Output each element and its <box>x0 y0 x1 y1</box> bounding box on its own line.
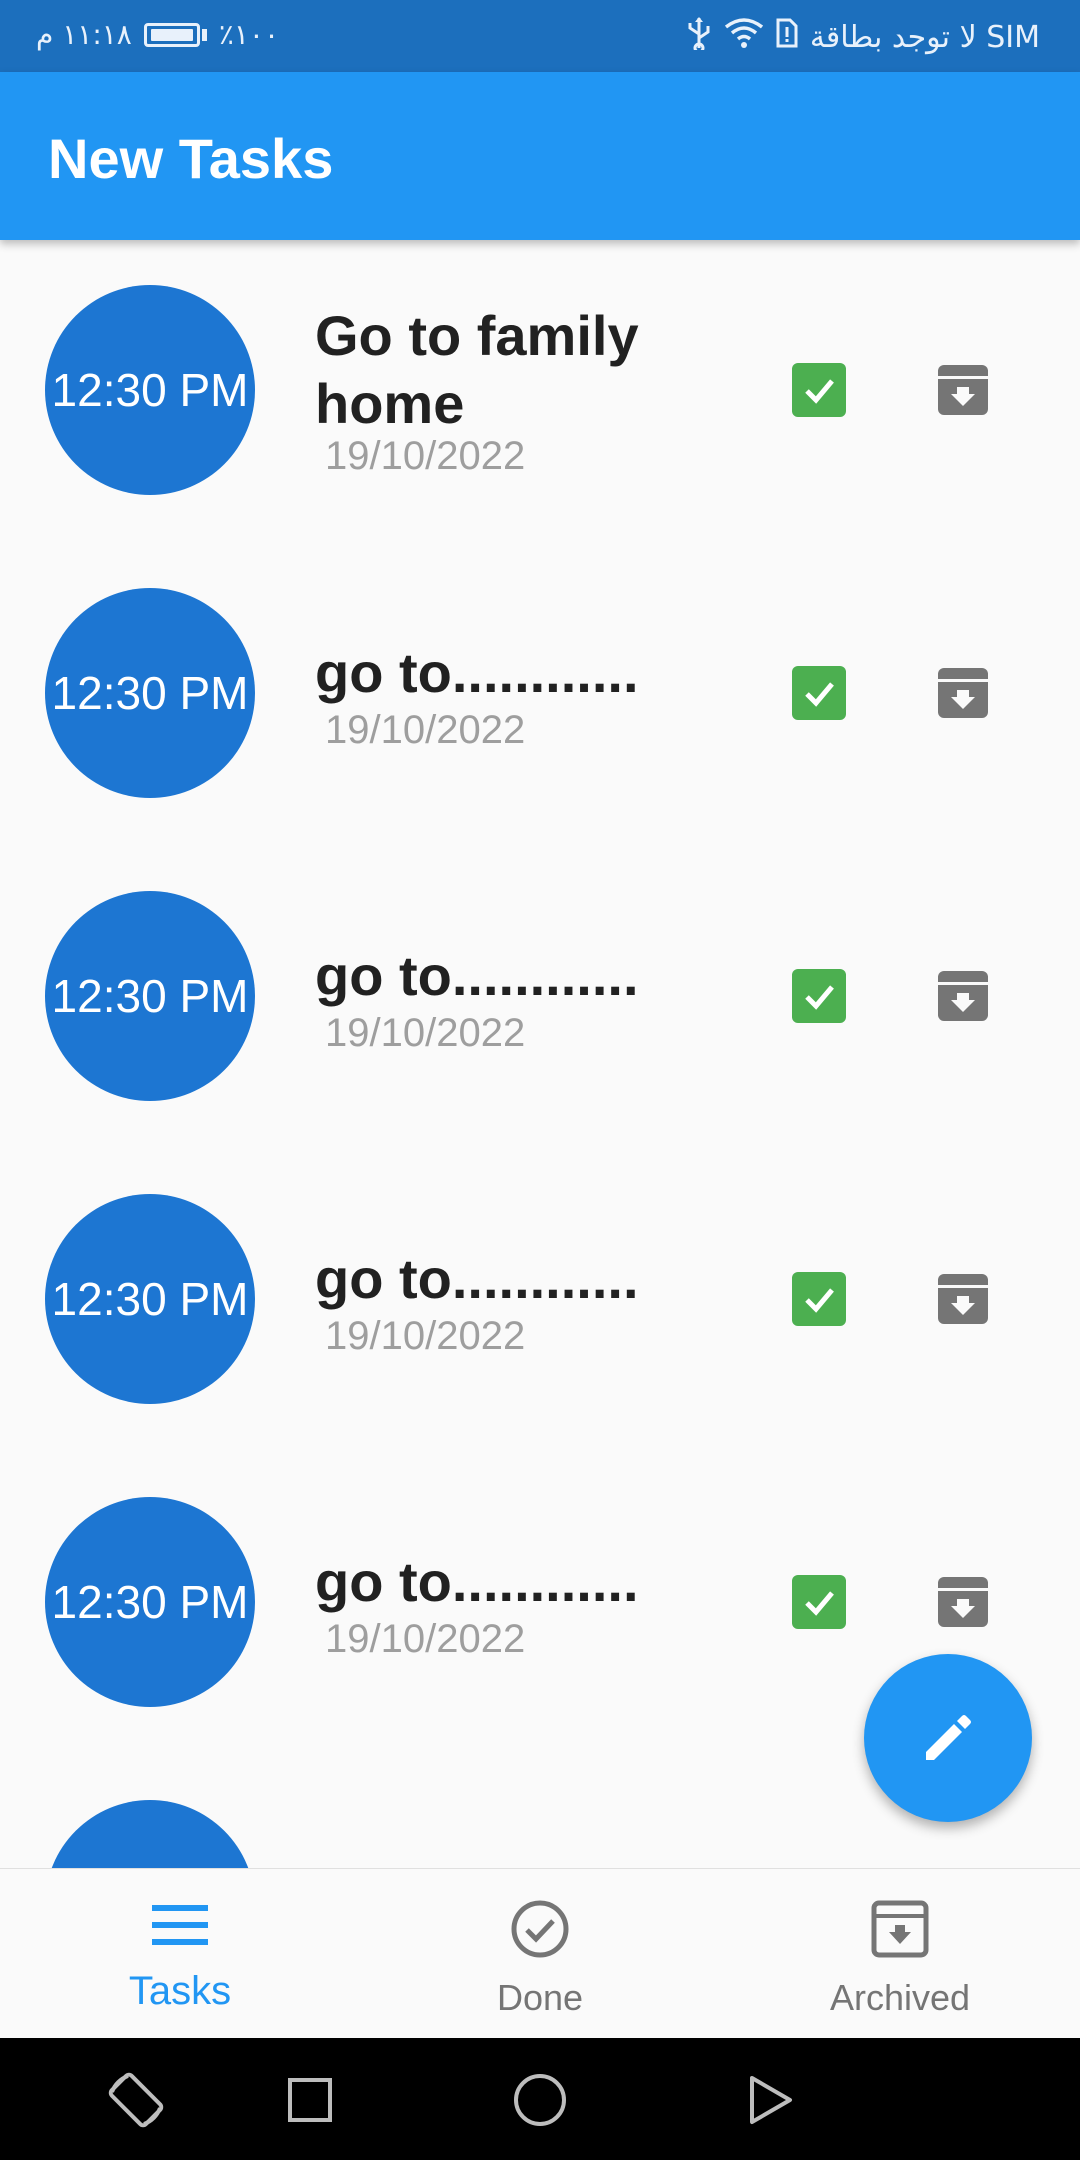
add-task-fab[interactable] <box>864 1654 1032 1822</box>
task-title: go to............ <box>315 641 639 704</box>
home-icon[interactable] <box>508 2068 572 2132</box>
check-icon <box>805 682 834 707</box>
back-icon[interactable] <box>738 2068 802 2132</box>
task-list[interactable]: 12:30 PM Go to family home 19/10/2022 12… <box>0 240 1080 1868</box>
clock: ١١:١٨ م <box>36 18 132 51</box>
check-icon <box>805 379 834 404</box>
task-time-circle: 12:30 PM <box>45 285 255 495</box>
nav-tab-done[interactable]: Done <box>360 1869 720 2039</box>
app-bar: New Tasks <box>0 72 1080 240</box>
archive-icon <box>938 1577 988 1627</box>
task-time-circle: 12:30 PM <box>45 1497 255 1707</box>
system-navigation-bar <box>0 2038 1080 2160</box>
nav-tab-label: Archived <box>829 1977 971 2018</box>
archive-icon <box>938 971 988 1021</box>
mark-done-button[interactable] <box>792 1575 846 1629</box>
task-item[interactable]: 12:30 PM go to............ 19/10/2022 <box>0 846 1080 1149</box>
task-date: 19/10/2022 <box>325 434 526 478</box>
archive-icon <box>938 668 988 718</box>
page-title: New Tasks <box>48 127 334 190</box>
mark-done-button[interactable] <box>792 1272 846 1326</box>
task-title: go to............ <box>315 1247 639 1310</box>
archive-button[interactable] <box>936 969 990 1023</box>
status-right: لا توجد بطاقة SIM <box>686 16 1040 58</box>
task-time-circle: 12:30 PM <box>45 1194 255 1404</box>
task-title: go to............ <box>315 944 639 1007</box>
sim-alert-icon <box>776 18 798 56</box>
wifi-icon <box>724 17 764 57</box>
task-title: Go to family home <box>315 304 639 435</box>
task-date: 19/10/2022 <box>325 708 526 752</box>
task-date: 19/10/2022 <box>325 1011 526 1055</box>
check-icon <box>805 1591 834 1616</box>
check-circle-icon <box>511 1900 569 1958</box>
task-item[interactable]: 12:30 PM go to............ 19/10/2022 <box>0 1149 1080 1452</box>
archive-icon <box>871 1900 929 1958</box>
edit-icon <box>926 1715 971 1760</box>
task-date: 19/10/2022 <box>325 1314 526 1358</box>
task-item[interactable]: 12:30 PM Go to family home 19/10/2022 <box>0 240 1080 543</box>
archive-button[interactable] <box>936 363 990 417</box>
task-item[interactable]: 12:30 PM go to............ 19/10/2022 <box>0 543 1080 846</box>
check-icon <box>805 985 834 1010</box>
mark-done-button[interactable] <box>792 363 846 417</box>
archive-icon <box>938 365 988 415</box>
battery-tip <box>201 28 207 41</box>
archive-button[interactable] <box>936 1272 990 1326</box>
nav-tab-label: Done <box>496 1977 584 2018</box>
archive-button[interactable] <box>936 1575 990 1629</box>
task-time-circle: 12:30 PM <box>45 891 255 1101</box>
task-time-circle <box>45 1800 255 1868</box>
nav-tab-label: Tasks <box>128 1969 232 2013</box>
check-icon <box>805 1288 834 1313</box>
task-time-circle: 12:30 PM <box>45 588 255 798</box>
archive-icon <box>938 1274 988 1324</box>
usb-icon <box>686 16 712 58</box>
task-title: go to............ <box>315 1550 639 1613</box>
nav-tab-tasks[interactable]: Tasks <box>0 1869 360 2039</box>
archive-button[interactable] <box>936 666 990 720</box>
status-left: ١١:١٨ م ٪١٠٠ <box>36 18 279 51</box>
mark-done-button[interactable] <box>792 969 846 1023</box>
battery-icon <box>143 22 200 47</box>
task-date: 19/10/2022 <box>325 1617 526 1661</box>
rotate-icon[interactable] <box>104 2068 168 2132</box>
menu-icon <box>152 1905 208 1945</box>
carrier-text: لا توجد بطاقة SIM <box>809 19 1040 55</box>
mark-done-button[interactable] <box>792 666 846 720</box>
status-bar: ١١:١٨ م ٪١٠٠ لا توجد بطاقة SIM <box>0 0 1080 72</box>
battery-percent: ٪١٠٠ <box>218 18 280 51</box>
bottom-navigation: Tasks Done Archived <box>0 1868 1080 2039</box>
nav-tab-archived[interactable]: Archived <box>720 1869 1080 2039</box>
recents-icon[interactable] <box>278 2068 342 2132</box>
